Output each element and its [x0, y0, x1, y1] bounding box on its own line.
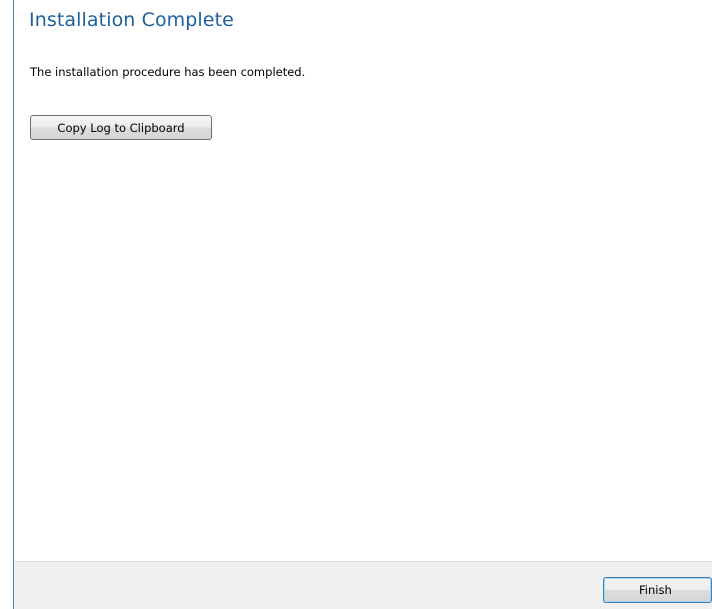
copy-log-button[interactable]: Copy Log to Clipboard — [30, 115, 212, 140]
copy-log-button-label: Copy Log to Clipboard — [57, 120, 185, 135]
completion-message: The installation procedure has been comp… — [30, 65, 306, 79]
finish-button[interactable]: Finish — [603, 577, 712, 603]
window-left-border — [13, 0, 14, 609]
page-title: Installation Complete — [29, 9, 234, 31]
finish-button-label: Finish — [639, 583, 672, 597]
installer-window: Installation Complete The installation p… — [0, 0, 712, 609]
